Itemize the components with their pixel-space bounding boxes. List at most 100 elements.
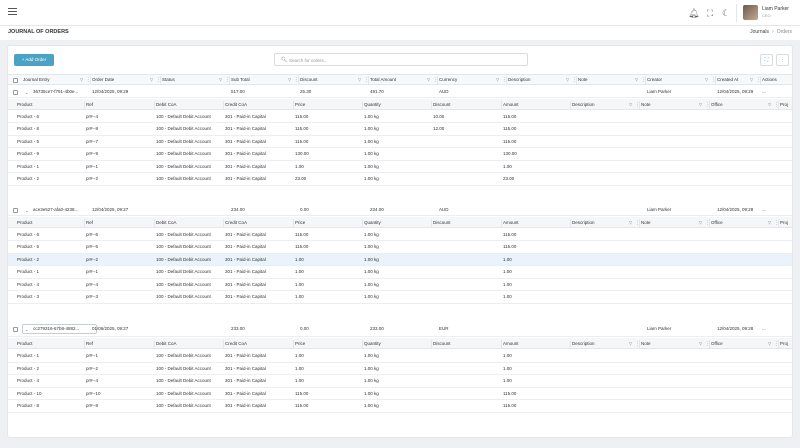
- column-divider: [223, 219, 224, 227]
- list-item[interactable]: Product - 4 pr#--4 100 - Default Debit Acc…: [8, 278, 792, 291]
- list-item[interactable]: Product - 5 pr#--7 100 - Default Debit Acc…: [8, 135, 792, 148]
- filter-icon[interactable]: ▽: [427, 78, 430, 82]
- list-item[interactable]: Product - 2 pr#--2 100 - Default Debit Acc…: [8, 362, 792, 375]
- column-divider: [154, 101, 155, 109]
- more-vertical-icon[interactable]: ⋮: [776, 54, 789, 66]
- column-divider: [709, 219, 710, 227]
- table-row[interactable]: ⌄ ace3e527-afa0-4238... 12/04/2025, 09:27 2…: [8, 204, 792, 216]
- filter-icon[interactable]: ▽: [699, 221, 702, 225]
- list-item[interactable]: Product - 10 pr#--10 100 - Default Debit A…: [8, 387, 792, 400]
- list-item[interactable]: Product - 8 pr#--8 100 - Default Debit Acc…: [8, 400, 792, 413]
- menu-icon[interactable]: [8, 8, 17, 16]
- column-header[interactable]: Creator: [647, 75, 662, 85]
- filter-icon[interactable]: ▽: [358, 78, 361, 82]
- column-divider: [506, 76, 507, 84]
- fullscreen-icon[interactable]: ⛶: [705, 8, 715, 18]
- item-qty: 1.00 kg: [364, 294, 379, 299]
- row-checkbox[interactable]: [13, 89, 18, 95]
- row-checkbox[interactable]: [13, 326, 18, 332]
- table-row[interactable]: ⌄ 36735ce7-f791-4b0e... 12/04/2025, 09:29 5…: [8, 86, 792, 98]
- chevron-down-icon[interactable]: ⌄: [25, 208, 28, 213]
- filter-icon[interactable]: ▽: [768, 221, 771, 225]
- divider: [736, 4, 737, 22]
- filter-icon[interactable]: ▽: [629, 342, 632, 346]
- column-header[interactable]: Actions: [762, 75, 777, 85]
- item-amount: 1.00: [503, 256, 512, 262]
- item-debit: 100 - Default Debit Account: [156, 176, 211, 181]
- item-product: Product - 2: [17, 176, 40, 181]
- cell-id: 36735ce7-f791-4b0e...: [33, 89, 79, 94]
- breadcrumb-journals[interactable]: Journals: [750, 29, 769, 35]
- list-item[interactable]: Product - 2 pr#--2 100 - Default Debit Acc…: [8, 253, 792, 266]
- filter-icon[interactable]: ▽: [699, 103, 702, 107]
- select-all-checkbox[interactable]: [13, 78, 18, 83]
- list-item[interactable]: Product - 4 pr#--4 100 - Default Debit Acc…: [8, 375, 792, 388]
- column-header[interactable]: Journal Entry: [23, 75, 50, 85]
- list-item[interactable]: Product - 3 pr#--3 100 - Default Debit Acc…: [8, 291, 792, 304]
- item-credit: 301 - Paid-in Capital: [225, 269, 266, 274]
- item-debit: 100 - Default Debit Account: [156, 256, 211, 262]
- item-qty: 1.00 kg: [364, 138, 379, 144]
- list-item[interactable]: Product - 6 pr#--4 100 - Default Debit Acc…: [8, 110, 792, 123]
- filter-icon[interactable]: ▽: [629, 103, 632, 107]
- row-checkbox[interactable]: [13, 207, 18, 213]
- item-product: Product - 5: [17, 138, 40, 144]
- item-debit: 100 - Default Debit Account: [156, 353, 211, 358]
- filter-icon[interactable]: ▽: [768, 342, 771, 346]
- filter-icon[interactable]: ▽: [288, 78, 291, 82]
- filter-icon[interactable]: ▽: [496, 78, 499, 82]
- list-item[interactable]: Product - 6 pr#--6 100 - Default Debit Acc…: [8, 228, 792, 241]
- expand-icon[interactable]: ⛶: [760, 54, 773, 66]
- column-header[interactable]: Order Date: [92, 75, 114, 85]
- column-divider: [223, 101, 224, 109]
- search-input[interactable]: [289, 56, 519, 64]
- filter-icon[interactable]: ▽: [150, 78, 153, 82]
- filter-icon[interactable]: ▽: [566, 78, 569, 82]
- list-item[interactable]: Product - 1 pr#--1 100 - Default Debit Acc…: [8, 350, 792, 363]
- sub-column-header: Credit CoA: [225, 102, 248, 107]
- column-header[interactable]: Sub Total: [231, 75, 250, 85]
- moon-icon[interactable]: ☾: [721, 8, 731, 18]
- avatar[interactable]: [743, 5, 758, 20]
- list-item[interactable]: Product - 1 pr#--1 100 - Default Debit Acc…: [8, 160, 792, 173]
- filter-icon[interactable]: ▽: [699, 342, 702, 346]
- list-item[interactable]: Product - 5 pr#--5 100 - Default Debit Acc…: [8, 241, 792, 254]
- filter-icon[interactable]: ▽: [750, 78, 753, 82]
- table-row[interactable]: ⌄ cc279316-67b8-4882... 01/06/2025, 09:27 2…: [8, 321, 792, 337]
- cell-currency: EUR: [439, 326, 449, 331]
- item-amount: 1.00: [503, 269, 512, 274]
- column-header[interactable]: Discount: [300, 75, 318, 85]
- column-divider: [223, 340, 224, 348]
- list-item[interactable]: Product - 2 pr#--2 100 - Default Debit Acc…: [8, 173, 792, 186]
- filter-icon[interactable]: ▽: [768, 103, 771, 107]
- item-ref: pr#--9: [86, 151, 99, 156]
- item-product: Product - 5: [17, 244, 40, 249]
- list-item[interactable]: Product - 1 pr#--1 100 - Default Debit Acc…: [8, 266, 792, 279]
- column-header[interactable]: Created At: [717, 75, 738, 85]
- item-qty: 1.00 kg: [364, 365, 379, 371]
- item-amount: 115.00: [503, 390, 517, 396]
- list-item[interactable]: Product - 9 pr#--9 100 - Default Debit Acc…: [8, 148, 792, 161]
- cell-id: cc279316-67b8-4882...: [33, 326, 80, 331]
- filter-icon[interactable]: ▽: [80, 78, 83, 82]
- column-header[interactable]: Description: [508, 75, 531, 85]
- list-item[interactable]: Product - 8 pr#--8 100 - Default Debit Acc…: [8, 123, 792, 136]
- item-product: Product - 2: [17, 365, 40, 371]
- item-ref: pr#--4: [86, 113, 99, 119]
- column-header[interactable]: Status: [162, 75, 175, 85]
- column-header[interactable]: Note: [578, 75, 588, 85]
- chevron-down-icon[interactable]: ⌄: [25, 90, 28, 95]
- add-order-button[interactable]: + Add Order: [14, 54, 54, 66]
- sub-column-header: Discount: [433, 102, 451, 107]
- item-qty: 1.00 kg: [364, 390, 379, 396]
- column-header[interactable]: Currency: [439, 75, 457, 85]
- item-amount: 115.00: [503, 244, 517, 249]
- filter-icon[interactable]: ▽: [705, 78, 708, 82]
- filter-icon[interactable]: ▽: [629, 221, 632, 225]
- item-product: Product - 1: [17, 163, 40, 169]
- chevron-down-icon[interactable]: ⌄: [25, 327, 28, 332]
- bell-icon[interactable]: 🔔︎: [688, 8, 699, 18]
- column-header[interactable]: Total Amount: [370, 75, 396, 85]
- filter-icon[interactable]: ▽: [219, 78, 222, 82]
- filter-icon[interactable]: ▽: [635, 78, 638, 82]
